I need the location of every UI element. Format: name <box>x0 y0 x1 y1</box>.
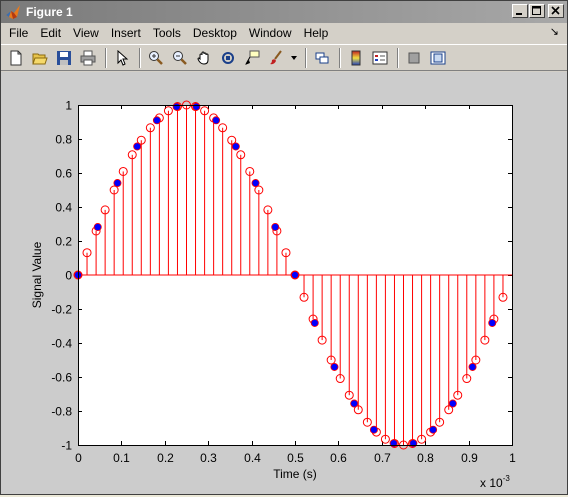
x-tick-label: 0.2 <box>157 451 174 465</box>
menu-bar: File Edit View Insert Tools Desktop Wind… <box>1 23 567 43</box>
y-tick-label: 0.8 <box>55 133 72 147</box>
minimize-icon[interactable] <box>512 4 528 18</box>
sample-marker-filled <box>350 399 359 408</box>
legend-icon[interactable] <box>369 47 391 69</box>
x-axis-multiplier: x 10-3 <box>480 474 510 490</box>
x-tick-label: 0.6 <box>330 451 347 465</box>
print-icon[interactable] <box>77 47 99 69</box>
sample-marker-filled <box>133 142 142 151</box>
open-file-icon[interactable] <box>29 47 51 69</box>
sample-marker-filled <box>152 116 161 125</box>
y-tick-label: 0.2 <box>55 235 72 249</box>
sample-marker-filled <box>172 102 181 111</box>
sample-marker-filled <box>93 223 102 232</box>
x-tick-label: 0.1 <box>113 451 130 465</box>
menu-help[interactable]: Help <box>298 24 335 42</box>
sample-marker-filled <box>192 102 201 111</box>
y-tick-label: -0.6 <box>51 371 72 385</box>
sample-marker-filled <box>448 399 457 408</box>
y-tick-label: -0.8 <box>51 405 72 419</box>
link-plot-icon[interactable] <box>311 47 333 69</box>
new-figure-icon[interactable] <box>5 47 27 69</box>
x-tick-label: 0 <box>75 451 82 465</box>
toolbar-separator <box>339 47 341 68</box>
sample-marker-filled <box>290 270 299 279</box>
y-tick-label: -1 <box>61 439 72 453</box>
sample-marker-filled <box>369 425 378 434</box>
menu-insert[interactable]: Insert <box>105 24 147 42</box>
menu-file[interactable]: File <box>3 24 34 42</box>
x-axis-label: Time (s) <box>273 467 317 481</box>
x-tick-label: 1 <box>509 451 516 465</box>
menu-desktop[interactable]: Desktop <box>187 24 243 42</box>
close-icon[interactable] <box>548 4 564 18</box>
y-tick-label: 1 <box>65 99 72 113</box>
x-tick-label: 0.8 <box>417 451 434 465</box>
sample-marker-filled <box>271 223 280 232</box>
y-tick-label: 0 <box>65 269 72 283</box>
toolbar-separator <box>139 47 141 68</box>
y-axis-label: Signal Value <box>30 241 44 308</box>
sample-marker-filled <box>212 116 221 125</box>
pointer-icon[interactable] <box>111 47 133 69</box>
y-tick-label: 0.6 <box>55 167 72 181</box>
maximize-icon[interactable] <box>529 4 545 18</box>
y-tick-label: -0.2 <box>51 303 72 317</box>
data-cursor-icon[interactable] <box>241 47 263 69</box>
zoom-out-icon[interactable] <box>169 47 191 69</box>
y-tick-labels: 1 0.8 0.6 0.4 0.2 0 -0.2 -0.4 -0.6 -0.8 -1 <box>51 99 72 453</box>
matlab-icon <box>6 5 20 19</box>
colorbar-icon[interactable] <box>345 47 367 69</box>
window-controls <box>512 4 564 18</box>
x-tick-label: 0.5 <box>287 451 304 465</box>
title-bar[interactable]: Figure 1 <box>1 1 567 23</box>
x-tick-label: 0.3 <box>200 451 217 465</box>
y-tick-label: 0.4 <box>55 201 72 215</box>
x-multiplier-base: x 10 <box>480 476 503 490</box>
brush-dropdown-icon[interactable] <box>289 47 299 69</box>
stem-plot[interactable]: 0 0.1 0.2 0.3 0.4 0.5 0.6 0.7 0.8 0.9 1 1 0.8 0.6 0.4… <box>1 72 567 494</box>
toolbar-separator <box>305 47 307 68</box>
x-tick-label: 0.9 <box>461 451 478 465</box>
brush-icon[interactable] <box>265 47 287 69</box>
sample-marker-filled <box>113 179 122 188</box>
sample-marker-filled <box>251 179 260 188</box>
hide-plot-tools-icon[interactable] <box>403 47 425 69</box>
sample-marker-filled <box>429 425 438 434</box>
menu-view[interactable]: View <box>67 24 105 42</box>
figure-window: Figure 1 File Edit View Insert Tools Des… <box>0 0 568 495</box>
x-tick-label: 0.4 <box>244 451 261 465</box>
y-tick-label: -0.4 <box>51 337 72 351</box>
menu-tools[interactable]: Tools <box>147 24 187 42</box>
show-plot-tools-icon[interactable] <box>427 47 449 69</box>
sample-marker-filled <box>231 142 240 151</box>
sample-marker-filled <box>310 318 319 327</box>
zoom-in-icon[interactable] <box>145 47 167 69</box>
toolbar-separator <box>105 47 107 68</box>
menu-window[interactable]: Window <box>243 24 298 42</box>
window-title: Figure 1 <box>26 5 73 19</box>
save-icon[interactable] <box>53 47 75 69</box>
x-multiplier-exponent: -3 <box>503 474 511 483</box>
figure-canvas: 0 0.1 0.2 0.3 0.4 0.5 0.6 0.7 0.8 0.9 1 1 0.8 0.6 0.4… <box>1 72 567 494</box>
sample-marker-filled <box>330 362 339 371</box>
sample-marker-filled <box>468 362 477 371</box>
x-tick-label: 0.7 <box>374 451 391 465</box>
toolbar-separator <box>397 47 399 68</box>
x-tick-labels: 0 0.1 0.2 0.3 0.4 0.5 0.6 0.7 0.8 0.9 1 <box>75 451 516 465</box>
sample-marker-filled <box>488 318 497 327</box>
menu-edit[interactable]: Edit <box>34 24 67 42</box>
dock-arrow-icon[interactable]: ↘ <box>550 25 559 38</box>
rotate-3d-icon[interactable] <box>217 47 239 69</box>
figure-toolbar <box>1 44 567 71</box>
pan-icon[interactable] <box>193 47 215 69</box>
